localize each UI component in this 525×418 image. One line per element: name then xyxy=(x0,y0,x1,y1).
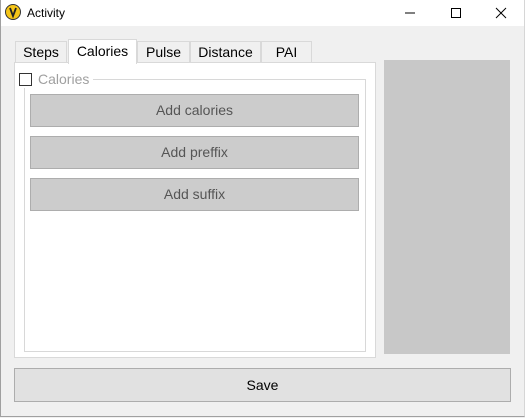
add-prefix-button[interactable]: Add preffix xyxy=(30,136,359,169)
close-button[interactable] xyxy=(478,0,524,26)
window-title: Activity xyxy=(27,6,66,20)
minimize-icon xyxy=(405,12,415,14)
title-bar[interactable]: Activity xyxy=(1,0,524,26)
app-window: Activity Steps Calories Pulse Distance P… xyxy=(0,0,525,417)
tab-pulse[interactable]: Pulse xyxy=(137,41,190,62)
maximize-icon xyxy=(451,8,461,18)
tab-calories[interactable]: Calories xyxy=(68,39,137,64)
calories-checkbox-label: Calories xyxy=(38,71,90,87)
tab-pai[interactable]: PAI xyxy=(261,41,312,62)
maximize-button[interactable] xyxy=(433,0,479,26)
calories-group-header[interactable]: Calories xyxy=(18,70,94,88)
tab-steps[interactable]: Steps xyxy=(15,41,67,62)
tab-distance[interactable]: Distance xyxy=(190,41,261,62)
preview-panel xyxy=(384,60,510,354)
calories-checkbox[interactable] xyxy=(19,72,32,86)
app-logo-icon xyxy=(5,4,21,20)
minimize-button[interactable] xyxy=(387,0,433,26)
add-calories-button[interactable]: Add calories xyxy=(30,94,359,127)
add-suffix-button[interactable]: Add suffix xyxy=(30,178,359,211)
close-icon xyxy=(495,7,507,19)
save-button[interactable]: Save xyxy=(14,368,511,402)
